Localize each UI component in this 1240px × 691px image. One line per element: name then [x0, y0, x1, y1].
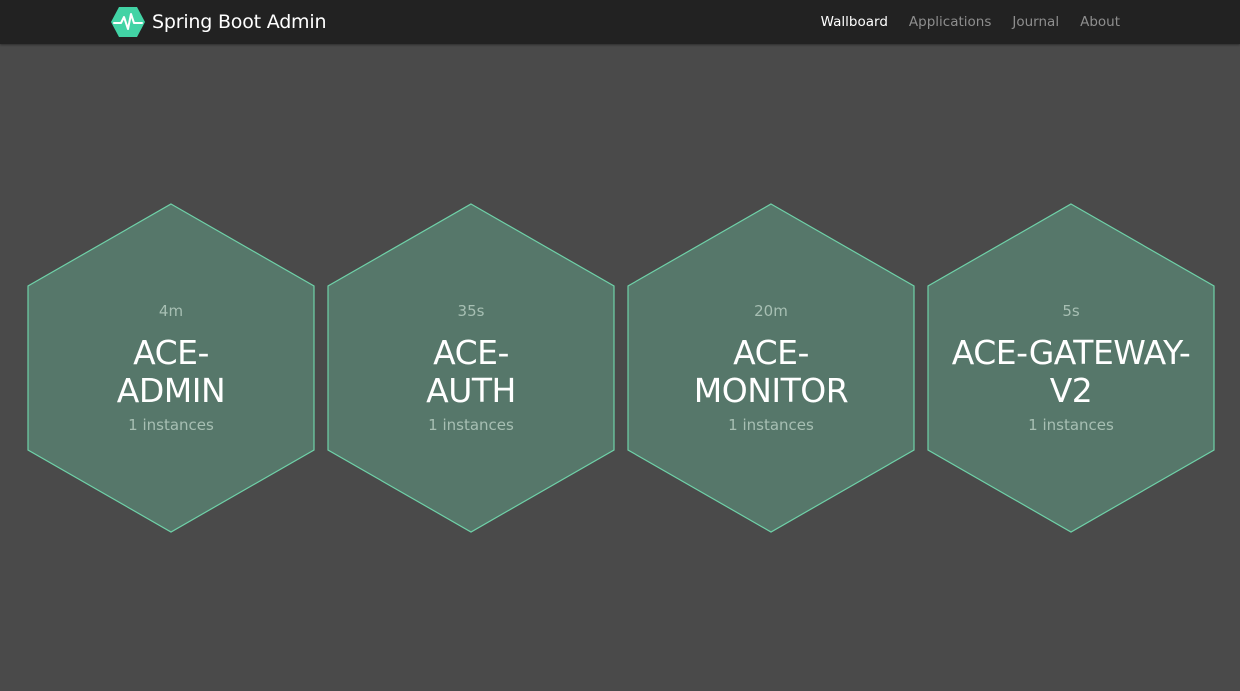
- main-nav: Wallboard Applications Journal About: [800, 0, 1120, 44]
- application-instances: 1 instances: [128, 416, 214, 434]
- application-instances: 1 instances: [1028, 416, 1114, 434]
- brand-title: Spring Boot Admin: [152, 11, 327, 33]
- brand-link[interactable]: Spring Boot Admin: [110, 6, 326, 38]
- wallboard: 4m ACE- ADMIN 1 instances 35s ACE- AUTH 1 …: [0, 44, 1240, 691]
- application-name: ACE- ADMIN: [116, 333, 226, 410]
- navbar: Spring Boot Admin Wallboard Applications…: [0, 0, 1240, 44]
- application-instances: 1 instances: [428, 416, 514, 434]
- application-hex-ace-monitor[interactable]: 20m ACE- MONITOR 1 instances: [627, 203, 915, 533]
- application-name: ACE- AUTH: [426, 333, 516, 410]
- application-hex-ace-auth[interactable]: 35s ACE- AUTH 1 instances: [327, 203, 615, 533]
- application-hex-ace-gateway-v2[interactable]: 5s ACE-GATEWAY- V2 1 instances: [927, 203, 1215, 533]
- application-uptime: 4m: [158, 302, 184, 320]
- application-name: ACE- MONITOR: [693, 333, 849, 410]
- heartbeat-hexagon-icon: [111, 7, 145, 37]
- application-uptime: 20m: [754, 302, 788, 320]
- application-uptime: 5s: [1062, 302, 1080, 320]
- nav-item-wallboard[interactable]: Wallboard: [821, 14, 888, 30]
- application-instances: 1 instances: [728, 416, 814, 434]
- application-hex-ace-admin[interactable]: 4m ACE- ADMIN 1 instances: [27, 203, 315, 533]
- nav-item-journal[interactable]: Journal: [1012, 14, 1059, 30]
- nav-item-applications[interactable]: Applications: [909, 14, 991, 30]
- application-name: ACE-GATEWAY- V2: [951, 333, 1191, 410]
- application-uptime: 35s: [457, 302, 485, 320]
- nav-item-about[interactable]: About: [1080, 14, 1120, 30]
